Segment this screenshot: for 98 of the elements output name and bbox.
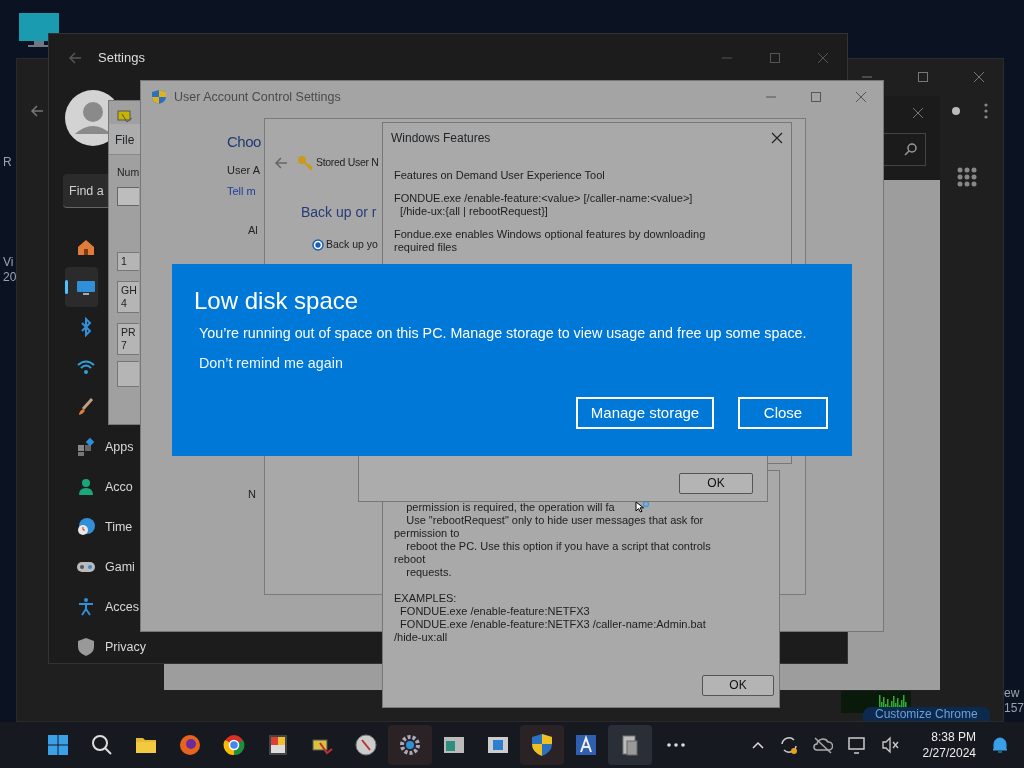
- search-field[interactable]: Find a: [63, 174, 108, 208]
- slider-label: N: [248, 486, 256, 502]
- home-icon: [76, 237, 96, 257]
- nav-item[interactable]: Gami: [65, 547, 137, 587]
- nav-item[interactable]: [65, 267, 98, 307]
- close-icon[interactable]: [855, 91, 867, 104]
- browser-icon[interactable]: [222, 733, 246, 757]
- desktop-icon-label[interactable]: R: [3, 155, 12, 169]
- ok-button[interactable]: OK: [702, 675, 774, 696]
- shield-icon: [151, 89, 167, 106]
- text-line: requests.: [405, 566, 452, 579]
- description-text: User A: [227, 162, 260, 178]
- list-cell[interactable]: [117, 360, 139, 387]
- nav-label: Apps: [105, 438, 134, 456]
- window-title: Settings: [98, 49, 145, 67]
- back-icon[interactable]: [29, 103, 45, 119]
- search-icon[interactable]: [90, 733, 114, 757]
- nav-item[interactable]: Acco: [65, 467, 135, 507]
- profile-icon[interactable]: [951, 106, 961, 116]
- sync-icon[interactable]: [778, 735, 799, 755]
- message-text: Features on Demand User Experience Tool: [394, 169, 606, 182]
- menu-item[interactable]: File: [115, 133, 135, 147]
- desktop-icon-label[interactable]: 157: [1004, 701, 1024, 715]
- input-field[interactable]: [117, 186, 139, 206]
- heading: Choo: [227, 131, 261, 152]
- clock-date[interactable]: 2/27/2024: [922, 745, 976, 761]
- list-cell[interactable]: 1: [117, 251, 139, 271]
- slider-label: Al: [248, 222, 258, 238]
- shield-icon[interactable]: [530, 733, 554, 757]
- search-icon[interactable]: [904, 143, 917, 156]
- window-title: Windows Features: [391, 130, 491, 147]
- gear-icon[interactable]: [398, 733, 422, 757]
- app-icon[interactable]: [266, 733, 290, 757]
- nav-label: Gami: [105, 558, 135, 576]
- text-line: reboot the PC. Use this option if you have a script that controls: [405, 540, 711, 553]
- desktop-icon-label[interactable]: 20: [3, 270, 17, 284]
- start-icon[interactable]: [46, 733, 70, 757]
- ok-button[interactable]: OK: [679, 473, 753, 494]
- desktop-icon-label[interactable]: ew: [1004, 686, 1020, 700]
- field-label: Num: [117, 165, 140, 180]
- help-link[interactable]: Tell m: [227, 183, 256, 199]
- key-icon: [297, 155, 313, 171]
- nav-item[interactable]: Privacy: [65, 627, 148, 667]
- close-button[interactable]: Close: [738, 397, 828, 429]
- cursor-icon: [635, 501, 649, 513]
- window-title: Stored User N: [316, 155, 379, 171]
- accessibility-icon: [76, 597, 96, 617]
- nav-label: Privacy: [105, 638, 146, 656]
- nav-label: Acco: [105, 478, 133, 496]
- customize-button[interactable]: Customize Chrome: [863, 707, 990, 721]
- nav-item[interactable]: Time: [65, 507, 135, 547]
- maximize-icon[interactable]: [917, 71, 929, 83]
- app-icon: [117, 108, 133, 124]
- close-icon[interactable]: [912, 107, 924, 119]
- more-icon[interactable]: [983, 103, 989, 119]
- text-line: permission to: [394, 527, 460, 540]
- close-icon[interactable]: [973, 71, 985, 83]
- chevron-up-icon[interactable]: [750, 739, 765, 751]
- message-text: Fondue.exe enables Windows optional features by downloading required files: [394, 228, 707, 254]
- nav-item[interactable]: Apps: [65, 427, 136, 467]
- text-line: FONDUE.exe /enable-feature:NETFX3: [399, 605, 590, 618]
- network-icon[interactable]: [846, 735, 867, 755]
- text-line: EXAMPLES:: [394, 592, 457, 605]
- clock-icon: [76, 517, 96, 537]
- radio-button[interactable]: [312, 238, 324, 251]
- font-app-icon[interactable]: [574, 733, 598, 757]
- list-cell[interactable]: GH 4: [117, 280, 139, 313]
- heading: Back up or r: [301, 203, 377, 222]
- text-line: permission is required, the operation will fa: [405, 501, 615, 514]
- close-icon[interactable]: [771, 132, 783, 144]
- nav-label: Acces: [105, 598, 140, 616]
- notification-title: Low disk space: [194, 286, 360, 316]
- window-title: User Account Control Settings: [174, 89, 341, 106]
- text-line: reboot: [394, 553, 426, 566]
- bell-icon[interactable]: [990, 735, 1010, 755]
- text-line: /hide-ux:all: [394, 631, 448, 644]
- text-line: Use "rebootRequest" only to hide user messages that ask for: [405, 514, 704, 527]
- monitor-icon[interactable]: [18, 12, 60, 48]
- radio-option[interactable]: Back up yo: [312, 237, 378, 253]
- list-cell[interactable]: PR 7: [117, 322, 139, 355]
- compass-icon[interactable]: [354, 733, 378, 757]
- brush-icon: [76, 397, 96, 417]
- shield-icon: [76, 637, 96, 657]
- apps-icon: [76, 437, 96, 457]
- volume-mute-icon[interactable]: [880, 735, 901, 755]
- manage-storage-button[interactable]: Manage storage: [576, 397, 714, 429]
- dismiss-link[interactable]: Don’t remind me again: [199, 353, 343, 375]
- notification-message: You’re running out of space on this PC. Manage storage to view usage and free up some space.: [199, 324, 808, 343]
- message-text: FONDUE.exe /enable-feature:<value> [/caller-name:<value>] [/hide-ux:{all | rebootRequest}]: [394, 192, 694, 218]
- apps-grid-icon[interactable]: [957, 167, 977, 187]
- cloud-off-icon[interactable]: [812, 735, 833, 755]
- maximize-icon[interactable]: [810, 91, 822, 104]
- desktop-icon-label[interactable]: Vi: [3, 255, 14, 269]
- text-line: FONDUE.exe /enable-feature:NETFX3 /caller-name:Admin.bat: [399, 618, 706, 631]
- person-icon: [76, 477, 96, 497]
- clock-time[interactable]: 8:38 PM: [922, 729, 976, 745]
- nav-label: Time: [105, 518, 133, 536]
- nav-item[interactable]: Acces: [65, 587, 142, 627]
